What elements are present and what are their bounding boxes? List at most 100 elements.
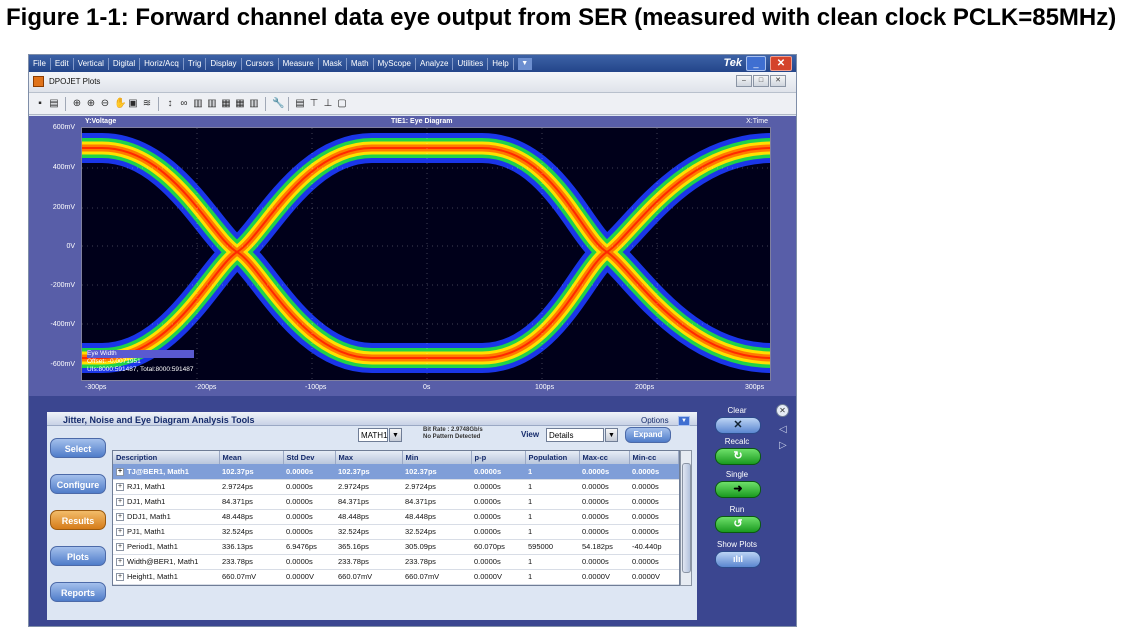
menu-item[interactable]: Analyze — [416, 57, 454, 70]
table-row[interactable]: + Width@BER1, Math1 233.78ps 0.0000s 233.78p… — [113, 554, 679, 570]
zoom-in-icon[interactable]: ⊕ — [86, 98, 96, 110]
expand-button[interactable]: Expand — [625, 427, 671, 443]
close-panel-icon[interactable]: ✕ — [776, 404, 789, 417]
table-row[interactable]: + Period1, Math1 336.13ps 6.9476ps 365.16ps 3… — [113, 539, 679, 555]
table-row[interactable]: + Height1, Math1 660.07mV 0.0000V 660.07mV 66… — [113, 569, 679, 585]
options-dropdown-icon[interactable]: ▼ — [678, 416, 690, 426]
menu-item[interactable]: Measure — [279, 57, 319, 70]
pan-icon[interactable]: ✋ — [114, 98, 126, 110]
table-cell: 0.0000s — [629, 554, 679, 570]
source-select[interactable]: MATH1 — [358, 428, 388, 442]
save-icon[interactable]: ▪ — [35, 98, 45, 110]
table-row[interactable]: + DJ1, Math1 84.371ps 0.0000s 84.371ps 84.371… — [113, 494, 679, 510]
options-label[interactable]: Options — [641, 416, 669, 425]
nav-results-button[interactable]: Results — [50, 510, 106, 530]
chart-icon[interactable]: ▦ — [221, 98, 231, 110]
histogram-icon[interactable]: ▥ — [193, 98, 203, 110]
filter-icon[interactable]: ⊤ — [309, 98, 319, 110]
ground-icon[interactable]: ⊥ — [323, 98, 333, 110]
zoom-box-icon[interactable]: ▣ — [128, 98, 138, 110]
view-dropdown-icon[interactable]: ▼ — [605, 428, 618, 442]
plots-close-button[interactable]: ✕ — [770, 75, 786, 87]
menu-item[interactable]: Display — [206, 57, 242, 70]
menu-item[interactable]: Edit — [51, 57, 74, 70]
menu-item[interactable]: Trig — [184, 57, 207, 70]
expand-row-icon[interactable]: + — [116, 543, 124, 551]
run-button[interactable]: ↺ — [715, 516, 761, 533]
chart2-icon[interactable]: ▦ — [235, 98, 245, 110]
zoom-icon[interactable]: ⊕ — [72, 98, 82, 110]
window-icon[interactable]: ▢ — [337, 98, 347, 110]
menu-item[interactable]: Horiz/Acq — [140, 57, 184, 70]
print-icon[interactable]: ▤ — [49, 98, 59, 110]
close-button[interactable]: ✕ — [770, 56, 792, 71]
minimize-button[interactable]: _ — [746, 56, 766, 71]
table-cell: 882.50as — [219, 584, 283, 585]
expand-row-icon[interactable]: + — [116, 558, 124, 566]
table-cell: 84.371ps — [335, 494, 402, 510]
nav-reports-button[interactable]: Reports — [50, 582, 106, 602]
menu-item[interactable]: Math — [347, 57, 374, 70]
nav-select-button[interactable]: Select — [50, 438, 106, 458]
column-header[interactable]: Max-cc — [579, 451, 630, 464]
view-select[interactable]: Details — [546, 428, 604, 442]
column-header[interactable]: Min-cc — [629, 451, 679, 464]
results-table: Description Mean Std Dev Max Min p-p Pop… — [112, 450, 680, 586]
menu-item[interactable]: File — [29, 57, 51, 70]
plots-restore-button[interactable]: □ — [753, 75, 769, 87]
zoom-out-icon[interactable]: ⊖ — [100, 98, 110, 110]
column-header[interactable]: Min — [402, 451, 472, 464]
source-dropdown-icon[interactable]: ▼ — [389, 428, 402, 442]
column-header[interactable]: Max — [335, 451, 403, 464]
table-row[interactable]: + PJ1, Math1 32.524ps 0.0000s 32.524ps 32.524… — [113, 524, 679, 540]
table-row[interactable]: +TIE1, Math1882.50as9.2951ps36.607ps-32.… — [113, 584, 679, 585]
expand-row-icon[interactable]: + — [116, 513, 124, 521]
eye-diagram-svg — [82, 128, 770, 380]
wrench-icon[interactable]: 🔧 — [272, 98, 284, 110]
clear-button[interactable]: ✕ — [715, 417, 761, 434]
scrollbar-thumb[interactable] — [682, 463, 691, 573]
table-row[interactable]: + TJ@BER1, Math1 102.37ps 0.0000s 102.37ps 10… — [113, 464, 679, 480]
expand-right-icon[interactable]: ▷ — [779, 440, 787, 451]
table-cell: 0.0000s — [471, 479, 525, 495]
expand-row-icon[interactable]: + — [116, 528, 124, 536]
menu-dropdown-icon[interactable]: ▼ — [517, 57, 532, 70]
expand-row-icon[interactable]: + — [116, 467, 124, 476]
chart3-icon[interactable]: ▥ — [249, 98, 259, 110]
expand-row-icon[interactable]: + — [116, 498, 124, 506]
menu-item[interactable]: MyScope — [374, 57, 416, 70]
plots-minimize-button[interactable]: – — [736, 75, 752, 87]
export-icon[interactable]: ▤ — [295, 98, 305, 110]
column-header[interactable]: Mean — [219, 451, 284, 464]
menu-item[interactable]: Utilities — [453, 57, 489, 70]
table-row[interactable]: + DDJ1, Math1 48.448ps 0.0000s 48.448ps 48.44… — [113, 509, 679, 525]
column-header[interactable]: Population — [525, 451, 580, 464]
nav-plots-button[interactable]: Plots — [50, 546, 106, 566]
table-cell: 84.371ps — [219, 494, 283, 510]
info-line: Eye Width — [87, 350, 194, 358]
single-button[interactable]: ➜ — [715, 481, 761, 498]
menu-item[interactable]: Mask — [319, 57, 347, 70]
table-cell: 0.0000s — [283, 509, 335, 525]
nav-configure-button[interactable]: Configure — [50, 474, 106, 494]
expand-row-icon[interactable]: + — [116, 573, 124, 581]
table-cell: 9.2951ps — [283, 584, 335, 585]
column-header[interactable]: Description — [113, 451, 220, 464]
menu-item[interactable]: Cursors — [242, 57, 279, 70]
column-header[interactable]: Std Dev — [283, 451, 336, 464]
cursor-icon[interactable]: ≋ — [142, 98, 152, 110]
marker-icon[interactable]: ↕ — [165, 98, 175, 110]
table-row[interactable]: + RJ1, Math1 2.9724ps 0.0000s 2.9724ps 2.9724… — [113, 479, 679, 495]
menu-item[interactable]: Digital — [109, 57, 141, 70]
expand-row-icon[interactable]: + — [116, 483, 124, 491]
recalc-button[interactable]: ↻ — [715, 448, 761, 465]
eye-diagram-plot[interactable]: Eye Width Offset: -0.0071951 UIs:8000:59… — [81, 127, 771, 381]
collapse-left-icon[interactable]: ◁ — [779, 424, 787, 435]
menu-item[interactable]: Vertical — [74, 57, 109, 70]
column-header[interactable]: p-p — [471, 451, 526, 464]
results-scrollbar[interactable] — [680, 450, 692, 586]
menu-item[interactable]: Help — [488, 57, 514, 70]
link-icon[interactable]: ∞ — [179, 98, 189, 110]
histogram2-icon[interactable]: ▥ — [207, 98, 217, 110]
show-plots-button[interactable]: ılıl — [715, 551, 761, 568]
